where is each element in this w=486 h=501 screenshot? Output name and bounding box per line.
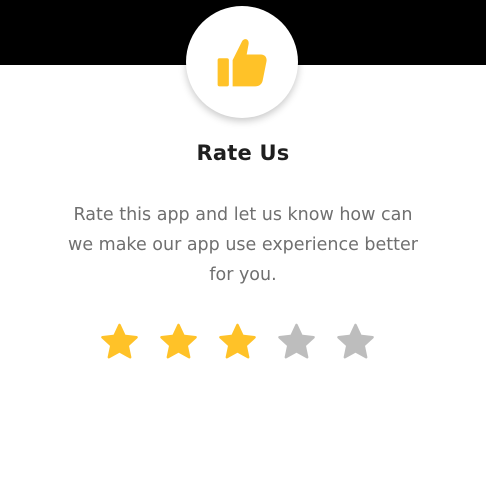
star-5-icon[interactable] — [335, 322, 376, 363]
star-4-icon[interactable] — [276, 322, 317, 363]
star-3-icon[interactable] — [217, 322, 258, 363]
thumbs-up-icon — [217, 39, 267, 87]
dialog-title: Rate Us — [196, 141, 290, 165]
star-2-icon[interactable] — [158, 322, 199, 363]
star-rating[interactable] — [99, 322, 376, 363]
thumbs-up-badge — [186, 6, 298, 118]
star-1-icon[interactable] — [99, 322, 140, 363]
dialog-description: Rate this app and let us know how can we… — [68, 205, 418, 285]
